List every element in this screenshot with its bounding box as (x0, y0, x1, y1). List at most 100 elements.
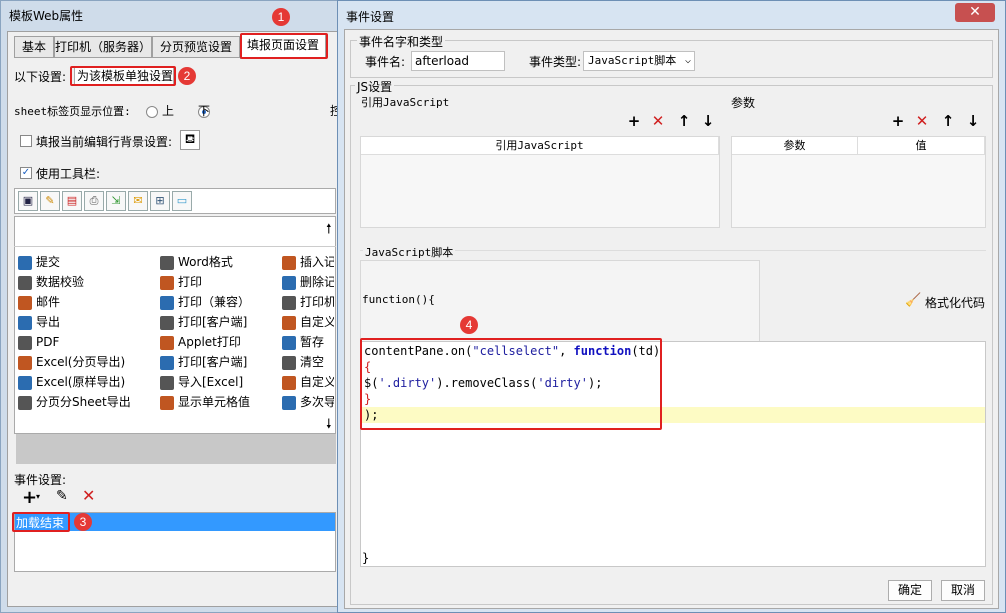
code-end: } (362, 551, 370, 565)
toolbar-option[interactable]: Excel(分页导出) (18, 352, 138, 372)
toolbar-option[interactable]: 邮件 (18, 292, 138, 312)
event-name-label: 事件名: (365, 55, 406, 69)
use-toolbar-label: 使用工具栏: (36, 167, 101, 181)
param-column-header[interactable]: 参数 (732, 137, 858, 155)
fill-bg-checkbox[interactable] (20, 135, 32, 147)
radio-top[interactable] (146, 105, 158, 118)
toolbar-option-label: 打印[客户端] (178, 355, 248, 369)
broom-icon[interactable]: 🧹 (905, 293, 921, 308)
add-param-icon[interactable]: + (890, 113, 906, 129)
toolbar-option-label: 插入记 (300, 255, 334, 269)
toolbar-option-icon (18, 295, 32, 310)
step-badge-3: 3 (74, 513, 92, 531)
toolbar-option[interactable]: 暂存 (282, 332, 334, 352)
close-icon[interactable]: ✕ (955, 3, 995, 22)
pdf-icon[interactable]: ▤ (62, 191, 82, 211)
toolbar-option-icon (160, 375, 174, 390)
toolbar-items-list: 提交 Word格式 插入记 数据校验 打印 删除记 邮件 打印（兼容） 打印机 导出 打印[客户端]… (14, 252, 336, 414)
highlight-box-4 (360, 338, 662, 430)
toolbar-option[interactable]: 数据校验 (18, 272, 138, 292)
toolbar-option-icon (160, 295, 174, 310)
event-settings-label: 事件设置: (14, 473, 67, 487)
grid-divider (14, 246, 336, 247)
value-column-header[interactable]: 值 (858, 137, 985, 155)
mail-icon[interactable]: ✉ (128, 191, 148, 211)
toolbar-option[interactable]: 清空 (282, 352, 334, 372)
event-type-value: JavaScript脚本 (588, 54, 677, 67)
chevron-down-icon: ⌵ (684, 55, 691, 66)
chevron-down-icon[interactable]: ▾ (36, 492, 40, 501)
layout-icon[interactable]: ⊞ (150, 191, 170, 211)
toolbar-option-icon (160, 275, 174, 290)
toolbar-option-icon (18, 255, 32, 270)
cancel-button[interactable]: 取消 (941, 580, 985, 601)
sheet-icon[interactable]: ▭ (172, 191, 192, 211)
delete-param-icon[interactable]: ✕ (914, 113, 930, 129)
tab-page-preview[interactable]: 分页预览设置 (152, 36, 240, 58)
toolbar-option[interactable]: 多次导 (282, 392, 334, 412)
toolbar-option[interactable]: 打印机 (282, 292, 334, 312)
print-icon[interactable]: ⎙ (84, 191, 104, 211)
toolbar-option-label: Applet打印 (178, 335, 241, 349)
scroll-up-icon[interactable]: 🠕 (326, 220, 332, 242)
use-toolbar-checkbox[interactable]: ✓ (20, 167, 32, 179)
toolbar-option-label: 自定义 (300, 315, 334, 329)
move-down-param-icon[interactable]: ↓ (965, 113, 981, 129)
toolbar-option-label: Excel(分页导出) (36, 355, 126, 369)
toolbar-option-label: 打印 (178, 275, 203, 289)
toolbar-option[interactable]: 分页分Sheet导出 (18, 392, 138, 412)
save-icon[interactable]: ▣ (18, 191, 38, 211)
paint-bucket-icon[interactable]: ⛾ (180, 130, 200, 150)
add-event-icon[interactable]: + (22, 487, 37, 508)
toolbar-option-label: 清空 (300, 355, 325, 369)
ref-js-table: 引用JavaScript (360, 136, 720, 228)
fill-bg-label: 填报当前编辑行背景设置: (36, 135, 173, 149)
toolbar-option-icon (18, 275, 32, 290)
edit-icon[interactable]: ✎ (40, 191, 60, 211)
toolbar-option[interactable]: 导出 (18, 312, 138, 332)
toolbar-option-label: 暂存 (300, 335, 325, 349)
toolbar-option[interactable]: 提交 (18, 252, 138, 272)
delete-event-icon[interactable]: ✕ (82, 486, 95, 505)
highlight-box-2 (70, 66, 176, 86)
move-up-ref-js-icon[interactable]: ↑ (676, 113, 692, 129)
toolbar-option-label: 打印机 (300, 295, 334, 309)
toolbar-option-label: 打印[客户端] (178, 315, 248, 329)
js-settings-group-title: JS设置 (355, 78, 395, 95)
ref-js-column-header[interactable]: 引用JavaScript (361, 137, 719, 155)
toolbar-option-label: 数据校验 (36, 275, 85, 289)
ok-button[interactable]: 确定 (888, 580, 932, 601)
toolbar-option[interactable]: Applet打印 (160, 332, 280, 352)
toolbar-option-icon (282, 375, 296, 390)
move-up-param-icon[interactable]: ↑ (940, 113, 956, 129)
tab-basic[interactable]: 基本 (14, 36, 54, 58)
toolbar-option[interactable]: 插入记 (282, 252, 334, 272)
toolbar-option[interactable]: Excel(原样导出) (18, 372, 138, 392)
toolbar-option[interactable]: 导入[Excel] (160, 372, 280, 392)
step-badge-1: 1 (272, 8, 290, 26)
event-name-input[interactable]: afterload (411, 51, 505, 71)
toolbar-option-label: 多次导 (300, 395, 334, 409)
toolbar-option-label: Excel(原样导出) (36, 375, 126, 389)
tab-printer-server[interactable]: 打印机（服务器） (54, 36, 152, 58)
toolbar-option-icon (282, 255, 296, 270)
toolbar-option[interactable]: 自定义 (282, 312, 334, 332)
delete-ref-js-icon[interactable]: ✕ (650, 113, 666, 129)
toolbar-option[interactable]: 删除记 (282, 272, 334, 292)
toolbar-option[interactable]: 自定义 (282, 372, 334, 392)
add-ref-js-icon[interactable]: + (626, 113, 642, 129)
toolbar-option[interactable]: 打印 (160, 272, 280, 292)
format-code-button[interactable]: 格式化代码 (925, 294, 985, 311)
toolbar-option[interactable]: 显示单元格值 (160, 392, 280, 412)
edit-event-icon[interactable]: ✎ (56, 488, 68, 504)
toolbar-option[interactable]: Word格式 (160, 252, 280, 272)
event-type-select[interactable]: JavaScript脚本 ⌵ (583, 51, 695, 71)
grid-bottom-bar (16, 434, 336, 464)
toolbar-option[interactable]: 打印[客户端] (160, 312, 280, 332)
toolbar-option[interactable]: PDF (18, 332, 138, 352)
toolbar-option[interactable]: 打印[客户端] (160, 352, 280, 372)
toolbar-option[interactable]: 打印（兼容） (160, 292, 280, 312)
move-down-ref-js-icon[interactable]: ↓ (700, 113, 716, 129)
radio-top-label: 上 (162, 104, 175, 118)
export-icon[interactable]: ⇲ (106, 191, 126, 211)
